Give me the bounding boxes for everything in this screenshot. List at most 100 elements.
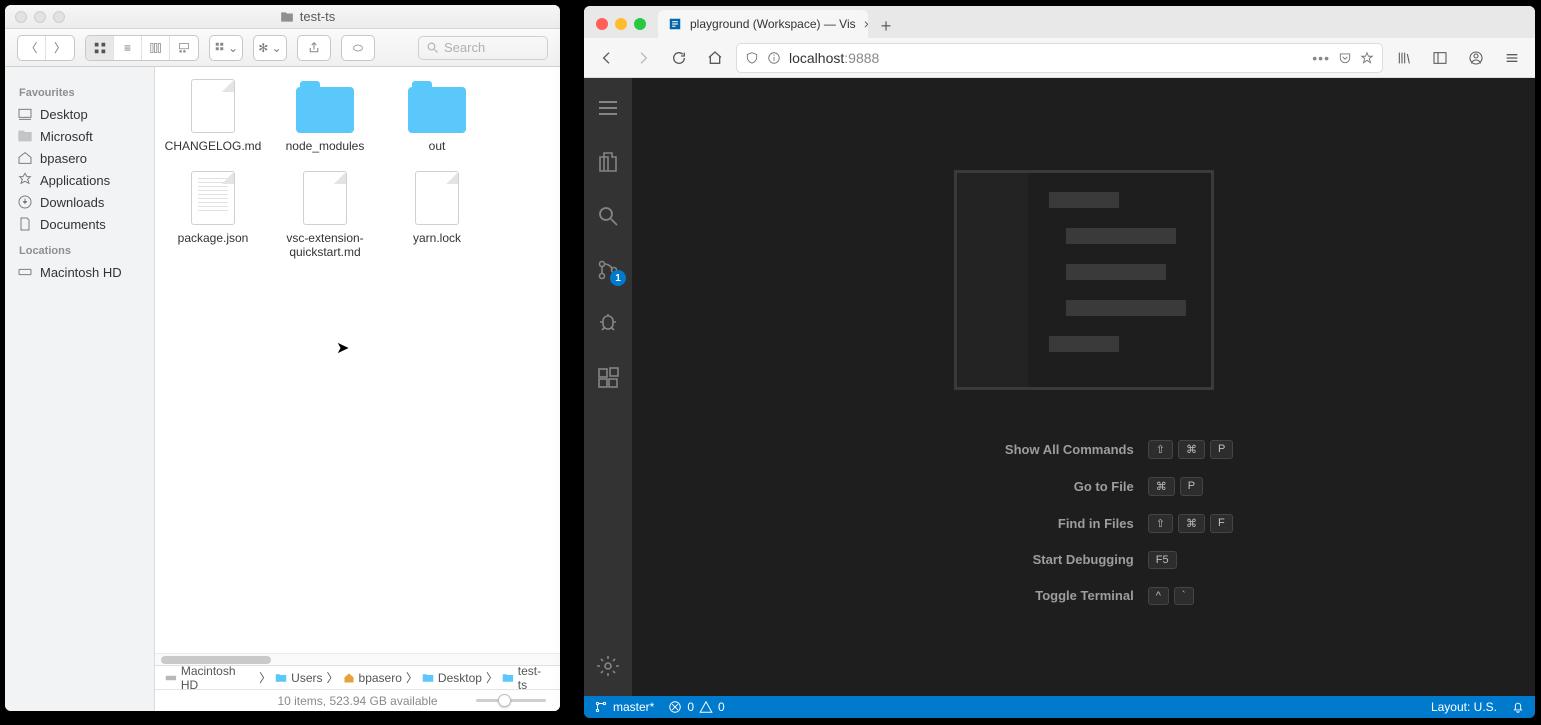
shortcut-row: Toggle Terminal^` [934,587,1234,605]
file-label: out [387,139,487,153]
shortcut-label: Start Debugging [934,552,1134,567]
search-icon [427,42,439,54]
browser-tab[interactable]: playground (Workspace) — Vis × [658,10,868,38]
document-icon [415,171,459,225]
vscode-app: 1 Show All Commands⇧⌘P Go to File⌘P Find i… [584,78,1535,718]
status-branch[interactable]: master* [594,700,654,714]
path-bar: Macintosh HD〉Users〉bpasero〉Desktop〉test-… [155,665,560,689]
folder-icon [280,10,294,24]
traffic-lights[interactable] [584,18,658,38]
finder-title: test-ts [65,9,550,24]
reload-button[interactable] [664,43,694,73]
status-problems[interactable]: 0 0 [668,700,724,714]
sidebar-button[interactable] [1425,43,1455,73]
shortcut-row: Go to File⌘P [934,477,1234,496]
status-text: 10 items, 523.94 GB available [277,694,437,708]
explorer-icon[interactable] [584,140,632,184]
document-icon [303,171,347,225]
shortcut-row: Find in Files ⇧⌘F [934,514,1234,533]
forward-button[interactable] [628,43,658,73]
sidebar-item-documents[interactable]: Documents [5,213,154,235]
forward-button[interactable]: 〉 [46,36,74,60]
file-grid[interactable]: CHANGELOG.md node_modules out package.json v… [155,67,560,653]
file-item[interactable]: yarn.lock [387,171,487,259]
path-crumb[interactable]: Macintosh HD [165,664,255,692]
finder-title-text: test-ts [300,9,335,24]
list-view-button[interactable]: ≡ [114,36,142,60]
locations-heading: Locations [5,241,154,261]
shortcut-label: Find in Files [934,516,1134,531]
key-combo: F5 [1148,551,1177,569]
file-label: node_modules [275,139,375,153]
shortcut-row: Show All Commands⇧⌘P [934,440,1234,459]
shortcut-row: Start Debugging F5 [934,551,1234,569]
zoom-slider[interactable] [476,699,546,702]
vscode-favicon [668,17,682,31]
home-button[interactable] [700,43,730,73]
file-item[interactable]: package.json [163,171,263,259]
account-button[interactable] [1461,43,1491,73]
share-button[interactable] [297,35,331,61]
tab-title: playground (Workspace) — Vis [690,17,856,31]
tag-button[interactable] [341,35,375,61]
path-crumb[interactable]: Users [275,671,322,685]
url-bar[interactable]: localhost:9888 ••• [736,43,1383,73]
file-label: package.json [163,231,263,245]
path-crumb[interactable]: Desktop [422,671,482,685]
path-crumb[interactable]: bpasero [343,671,402,685]
sidebar-item-macintosh-hd[interactable]: Macintosh HD [5,261,154,283]
gallery-view-button[interactable] [170,36,198,60]
icon-view-button[interactable] [86,36,114,60]
search-icon[interactable] [584,194,632,238]
file-item[interactable]: vsc-extension-quickstart.md [275,171,375,259]
group-button[interactable]: ⌄ [209,35,243,61]
bookmark-icon[interactable] [1360,51,1374,65]
back-button[interactable]: 〈 [18,36,46,60]
document-icon [191,171,235,225]
new-tab-button[interactable]: + [872,14,900,38]
sidebar-item-bpasero[interactable]: bpasero [5,147,154,169]
page-actions-icon[interactable]: ••• [1312,50,1330,66]
finder-search[interactable]: Search [418,36,548,60]
empty-editor[interactable]: Show All Commands⇧⌘P Go to File⌘P Find in … [632,78,1535,696]
nav-buttons: 〈 〉 [17,35,75,61]
debug-icon[interactable] [584,302,632,346]
settings-icon[interactable] [584,644,632,688]
extensions-icon[interactable] [584,356,632,400]
folder-icon [296,87,354,133]
file-label: vsc-extension-quickstart.md [275,231,375,259]
status-bell-icon[interactable] [1511,700,1525,714]
file-item[interactable]: out [387,79,487,153]
finder-content[interactable]: CHANGELOG.md node_modules out package.json v… [155,67,560,711]
file-item[interactable]: node_modules [275,79,375,153]
file-label: CHANGELOG.md [163,139,263,153]
traffic-lights[interactable] [15,11,65,23]
sidebar-item-desktop[interactable]: Desktop [5,103,154,125]
shortcut-label: Toggle Terminal [934,588,1134,603]
action-button[interactable]: ✻ ⌄ [253,35,287,61]
browser-tabstrip: playground (Workspace) — Vis × + [584,6,1535,38]
favourites-heading: Favourites [5,83,154,103]
close-tab-icon[interactable]: × [864,16,868,32]
column-view-button[interactable] [142,36,170,60]
source-control-icon[interactable]: 1 [584,248,632,292]
back-button[interactable] [592,43,622,73]
finder-titlebar[interactable]: test-ts [5,5,560,29]
status-layout[interactable]: Layout: U.S. [1431,700,1497,714]
key-combo: ⌘P [1148,477,1203,496]
vscode-statusbar: master* 0 0 Layout: U.S. [584,696,1535,718]
key-combo: ⇧⌘F [1148,514,1233,533]
sidebar-item-microsoft[interactable]: Microsoft [5,125,154,147]
menu-button[interactable] [1497,43,1527,73]
pocket-icon[interactable] [1338,51,1352,65]
view-switcher: ≡ [85,35,199,61]
finder-toolbar: 〈 〉 ≡ ⌄ ✻ ⌄ Search [5,29,560,67]
sidebar-item-applications[interactable]: Applications [5,169,154,191]
horizontal-scrollbar[interactable] [155,653,560,665]
folder-icon [408,87,466,133]
menu-icon[interactable] [584,86,632,130]
library-button[interactable] [1389,43,1419,73]
file-item[interactable]: CHANGELOG.md [163,79,263,153]
path-crumb[interactable]: test-ts [502,664,550,692]
sidebar-item-downloads[interactable]: Downloads [5,191,154,213]
